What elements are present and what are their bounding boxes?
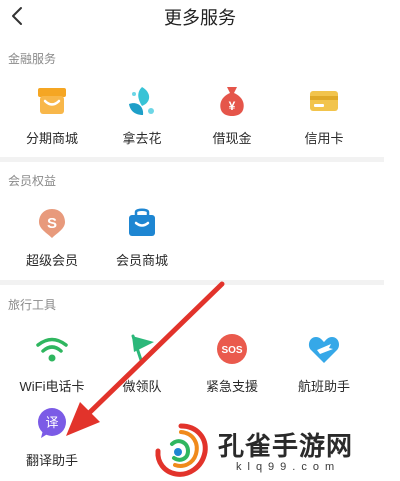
service-label: 拿去花 xyxy=(122,131,162,146)
service-item-member-mall[interactable]: 会员商城 xyxy=(96,206,188,269)
section-divider xyxy=(0,157,384,162)
svg-text:译: 译 xyxy=(45,416,58,431)
service-item-credit-card[interactable]: 信用卡 xyxy=(278,84,370,147)
service-item-super-vip[interactable]: S 超级会员 xyxy=(6,206,98,269)
service-label: 超级会员 xyxy=(25,253,78,268)
service-item-emergency[interactable]: SOS 紧急支援 xyxy=(186,332,278,395)
section-title-travel: 旅行工具 xyxy=(8,298,57,312)
service-label: 翻译助手 xyxy=(25,453,78,468)
service-item-installment-mall[interactable]: 分期商城 xyxy=(6,84,98,147)
flower-icon xyxy=(129,87,154,115)
service-label: 会员商城 xyxy=(115,253,168,268)
section-divider xyxy=(0,280,384,285)
peacock-logo-icon xyxy=(155,423,208,477)
plane-heart-icon xyxy=(308,337,340,363)
service-item-translate[interactable]: 译 翻译助手 xyxy=(6,406,98,469)
service-label: 航班助手 xyxy=(297,379,350,394)
service-label: 分期商城 xyxy=(25,131,78,146)
service-label: 微领队 xyxy=(122,379,162,394)
section-title-membership: 会员权益 xyxy=(8,174,57,188)
top-bar: 更多服务 xyxy=(0,0,400,34)
super-vip-icon: S xyxy=(39,209,65,238)
watermark-url: klq99.com xyxy=(236,461,341,473)
svg-text:S: S xyxy=(47,215,57,232)
service-item-wifi-card[interactable]: WiFi电话卡 xyxy=(6,332,98,395)
flag-icon xyxy=(131,334,154,365)
service-label: 信用卡 xyxy=(304,131,344,146)
service-label: 紧急支援 xyxy=(205,379,258,394)
service-label: WiFi电话卡 xyxy=(19,379,85,394)
svg-text:SOS: SOS xyxy=(221,345,242,356)
watermark: 孔雀手游网 klq99.com xyxy=(148,420,400,481)
page-title: 更多服务 xyxy=(164,8,236,28)
wifi-icon xyxy=(36,337,68,362)
sos-icon: SOS xyxy=(217,334,247,364)
money-bag-icon: ¥ xyxy=(220,87,244,116)
service-item-micro-guide[interactable]: 微领队 xyxy=(96,332,188,395)
watermark-title: 孔雀手游网 xyxy=(218,431,354,461)
translate-icon: 译 xyxy=(38,408,66,438)
member-bag-icon xyxy=(129,208,155,236)
svg-text:¥: ¥ xyxy=(229,99,236,113)
service-label: 借现金 xyxy=(212,131,252,146)
section-title-finance: 金融服务 xyxy=(8,52,57,66)
shop-icon xyxy=(38,88,66,114)
credit-card-icon xyxy=(310,91,338,111)
service-item-borrow-cash[interactable]: ¥ 借现金 xyxy=(186,84,278,147)
service-item-flight-assistant[interactable]: 航班助手 xyxy=(278,332,370,395)
service-item-naquhua[interactable]: 拿去花 xyxy=(96,84,188,147)
